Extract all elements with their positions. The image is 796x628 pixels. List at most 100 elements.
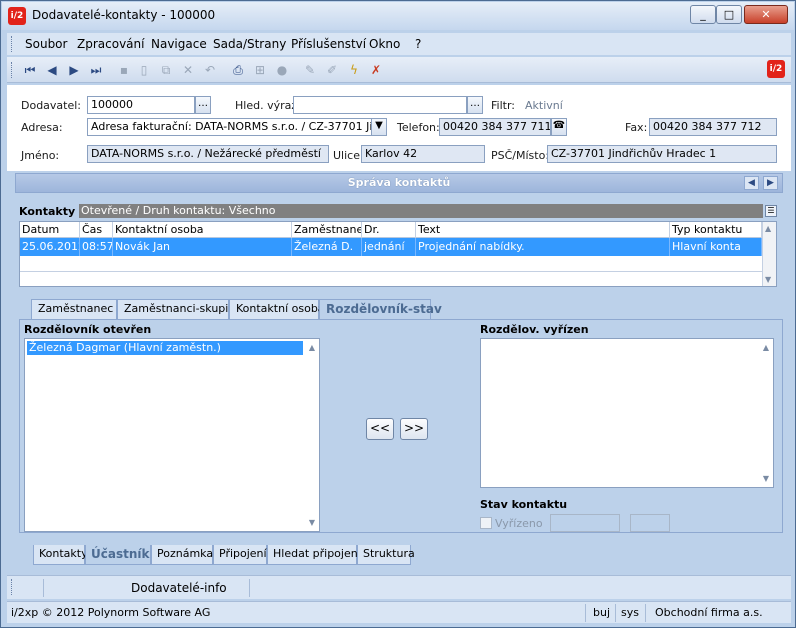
- col-typ-kontaktu[interactable]: Typ kontaktu: [670, 222, 762, 238]
- maximize-button[interactable]: □: [716, 5, 742, 24]
- section-header: Správa kontaktů ◀ ▶: [15, 173, 783, 193]
- app-window: i/2 Dodavatelé-kontakty - 100000 _ □ ✕ S…: [0, 0, 796, 628]
- kontakty-label: Kontakty: [19, 205, 76, 218]
- stav-kontaktu-label: Stav kontaktu: [480, 498, 568, 511]
- fax-field: 00420 384 377 712: [649, 118, 777, 136]
- list-item[interactable]: Železná Dagmar (Hlavní zaměstn.): [27, 341, 303, 355]
- cell-typ-kontaktu: Hlavní konta: [670, 238, 762, 256]
- tab-zamestnanec[interactable]: Zaměstnanec: [31, 299, 117, 319]
- window-title: Dodavatelé-kontakty - 100000: [32, 8, 216, 22]
- print-icon[interactable]: ⎙: [231, 63, 245, 77]
- vyrizeno-time-field[interactable]: [630, 514, 670, 532]
- tree-icon[interactable]: ⊞: [253, 63, 267, 77]
- rozdelovnik-vyrizen-list[interactable]: ▲ ▼: [480, 338, 774, 488]
- last-record-icon[interactable]: ⏭: [89, 63, 103, 77]
- adresa-label: Adresa:: [21, 121, 63, 134]
- undo-icon[interactable]: ↶: [203, 63, 217, 77]
- menu-sada-strany[interactable]: Sada/Strany: [213, 37, 286, 51]
- tab-zamestnanci-skupiny[interactable]: Zaměstnanci-skupiny: [117, 299, 242, 319]
- filter-clear-icon[interactable]: ✗: [369, 63, 383, 77]
- delete-icon[interactable]: ✕: [181, 63, 195, 77]
- col-cas[interactable]: Čas: [80, 222, 113, 238]
- vyrizeno-date-field[interactable]: [550, 514, 620, 532]
- minimize-button[interactable]: _: [690, 5, 716, 24]
- edit-icon[interactable]: ✎: [303, 63, 317, 77]
- detail-tabs: Zaměstnanec Zaměstnanci-skupiny Kontaktn…: [23, 299, 443, 319]
- psc-label: PSČ/Místo:: [491, 149, 550, 162]
- rozdelovnik-otevren-label: Rozdělovník otevřen: [24, 323, 152, 336]
- adresa-dropdown-icon[interactable]: ▼: [371, 118, 387, 136]
- menu-bar: Soubor Zpracování Navigace Sada/Strany P…: [7, 33, 791, 55]
- hled-lookup-button[interactable]: …: [467, 96, 483, 114]
- tab-pripojeni[interactable]: Připojení: [213, 545, 267, 565]
- save-icon[interactable]: ▪: [117, 63, 131, 77]
- scroll-up-icon[interactable]: ▲: [307, 343, 317, 352]
- close-button[interactable]: ✕: [744, 5, 788, 24]
- tab-hledat-pripojeni[interactable]: Hledat připojení: [267, 545, 361, 565]
- rozdelovnik-vyrizen-label: Rozdělov. vyřízen: [480, 323, 589, 336]
- menu-navigace[interactable]: Navigace: [151, 37, 207, 51]
- new-icon[interactable]: ▯: [137, 63, 151, 77]
- scroll-up-icon[interactable]: ▲: [765, 224, 771, 233]
- first-record-icon[interactable]: ⏮: [23, 63, 37, 77]
- scroll-down-icon[interactable]: ▼: [307, 518, 317, 527]
- grid-scrollbar[interactable]: ▲ ▼: [762, 222, 776, 286]
- copy-icon[interactable]: ⧉: [159, 63, 173, 77]
- tab-poznamka[interactable]: Poznámka: [151, 545, 213, 565]
- col-text[interactable]: Text: [416, 222, 670, 238]
- adresa-select[interactable]: Adresa fakturační: DATA-NORMS s.r.o. / C…: [87, 118, 373, 136]
- edit-clear-icon[interactable]: ✐: [325, 63, 339, 77]
- jmeno-label: Jméno:: [21, 149, 60, 162]
- tab-struktura[interactable]: Struktura: [357, 545, 415, 565]
- app-logo-icon: i/2: [8, 7, 26, 25]
- move-right-button[interactable]: >>: [400, 418, 428, 440]
- prev-record-icon[interactable]: ◀: [45, 63, 59, 77]
- menu-soubor[interactable]: Soubor: [25, 37, 67, 51]
- col-kontaktni-osoba[interactable]: Kontaktní osoba: [113, 222, 292, 238]
- tab-kontaktni-osoba[interactable]: Kontaktní osoba: [229, 299, 325, 319]
- toolbar: ⏮ ◀ ▶ ⏭ ▪ ▯ ⧉ ✕ ↶ ⎙ ⊞ ● ✎ ✐ ϟ ✗ i/2: [7, 57, 791, 83]
- section-next-icon[interactable]: ▶: [763, 176, 778, 190]
- grid-options-icon[interactable]: ☰: [765, 205, 777, 217]
- section-prev-icon[interactable]: ◀: [744, 176, 759, 190]
- menu-help[interactable]: ?: [415, 37, 421, 51]
- ulice-label: Ulice:: [333, 149, 364, 162]
- move-left-button[interactable]: <<: [366, 418, 394, 440]
- status-separator: [585, 604, 586, 622]
- dodavatel-label: Dodavatel:: [21, 99, 82, 112]
- scroll-up-icon[interactable]: ▲: [761, 343, 771, 352]
- dodavatele-info-button[interactable]: Dodavatelé-info: [131, 581, 227, 595]
- wizard-icon[interactable]: ϟ: [347, 63, 361, 77]
- status-bar: i/2xp © 2012 Polynorm Software AG buj sy…: [7, 601, 791, 623]
- table-row-empty: [20, 272, 762, 288]
- next-record-icon[interactable]: ▶: [67, 63, 81, 77]
- dodavatel-lookup-button[interactable]: …: [195, 96, 211, 114]
- filtr-value[interactable]: Aktivní: [525, 99, 563, 112]
- info-grip: [11, 579, 14, 595]
- telefon-field: 00420 384 377 711: [439, 118, 551, 136]
- scroll-down-icon[interactable]: ▼: [761, 474, 771, 483]
- kontakty-filter-text: Otevřené / Druh kontaktu: Všechno: [81, 204, 276, 217]
- col-zamestnanec[interactable]: Zaměstnanec: [292, 222, 362, 238]
- menu-prislusenstvi[interactable]: Příslušenství: [291, 37, 366, 51]
- table-row[interactable]: 25.06.2012 08:57 Novák Jan Železná D. je…: [20, 238, 762, 256]
- stop-icon[interactable]: ●: [275, 63, 289, 77]
- col-dr[interactable]: Dr.: [362, 222, 416, 238]
- ulice-field: Karlov 42: [361, 145, 485, 163]
- info-bar: Dodavatelé-info: [7, 575, 791, 599]
- hled-vyraz-field[interactable]: [293, 96, 467, 114]
- tab-kontakty[interactable]: Kontakty: [33, 545, 88, 565]
- cell-cas: 08:57: [80, 238, 113, 256]
- menu-okno[interactable]: Okno: [369, 37, 400, 51]
- scroll-down-icon[interactable]: ▼: [765, 275, 771, 284]
- app-brand-icon: i/2: [767, 60, 785, 78]
- tab-rozdelovnik-stav[interactable]: Rozdělovník-stav: [319, 299, 442, 319]
- supplier-header-form: Dodavatel: 100000 … Hled. výraz: … Filtr…: [7, 85, 791, 171]
- col-datum[interactable]: Datum: [20, 222, 80, 238]
- vyrizeno-checkbox[interactable]: [480, 517, 492, 529]
- dodavatel-field[interactable]: 100000: [87, 96, 195, 114]
- tab-ucastnik[interactable]: Účastník: [85, 545, 151, 565]
- menu-zpracovani[interactable]: Zpracování: [77, 37, 144, 51]
- rozdelovnik-otevren-list[interactable]: Železná Dagmar (Hlavní zaměstn.) ▲ ▼: [24, 338, 320, 532]
- telefon-dial-icon[interactable]: ☎: [551, 118, 567, 136]
